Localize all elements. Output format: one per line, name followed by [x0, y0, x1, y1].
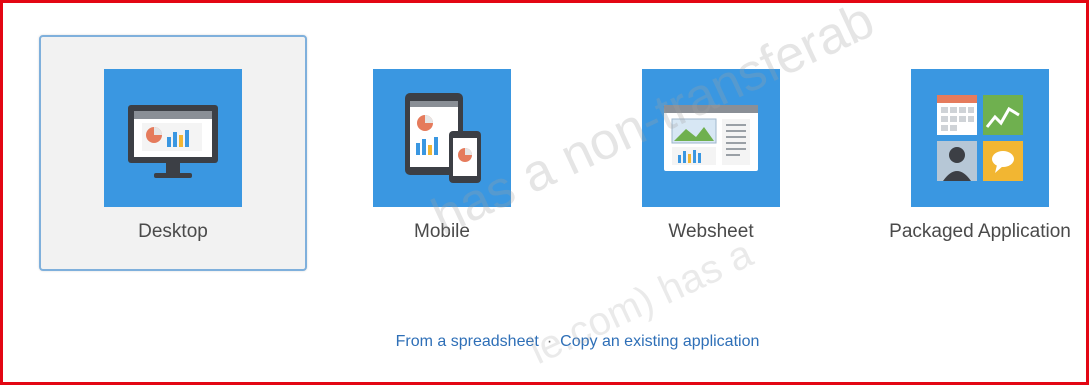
- tablet-phone-icon: [373, 69, 511, 207]
- from-spreadsheet-link[interactable]: From a spreadsheet: [396, 333, 539, 350]
- websheet-icon: [642, 69, 780, 207]
- tile-packaged-application[interactable]: Packaged Application: [846, 35, 1089, 271]
- copy-existing-application-link[interactable]: Copy an existing application: [560, 333, 759, 350]
- tile-desktop[interactable]: Desktop: [39, 35, 307, 271]
- desktop-monitor-icon: [104, 69, 242, 207]
- tile-websheet[interactable]: Websheet: [577, 35, 845, 271]
- link-separator: ·: [546, 333, 553, 350]
- tile-mobile[interactable]: Mobile: [308, 35, 576, 271]
- app-type-picker-frame: Desktop Mobile Websheet Packaged Applica…: [0, 0, 1089, 385]
- alternate-create-links: From a spreadsheet · Copy an existing appl…: [3, 333, 1089, 351]
- packaged-app-icon: [911, 69, 1049, 207]
- tile-label: Packaged Application: [889, 221, 1071, 242]
